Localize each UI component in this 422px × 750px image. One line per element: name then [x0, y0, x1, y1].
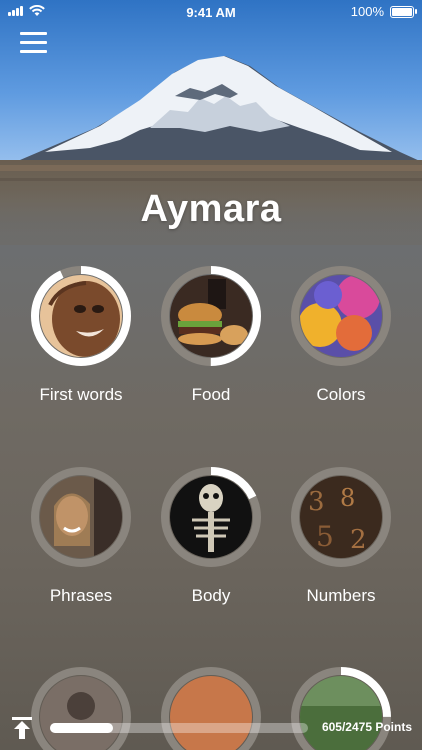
- color-powder-image: [300, 275, 382, 357]
- progress-ring: [30, 265, 132, 367]
- status-bar: 9:41 AM 100%: [0, 0, 422, 24]
- category-colors[interactable]: Colors: [276, 265, 406, 405]
- hamburger-menu-icon[interactable]: [20, 32, 48, 54]
- battery-icon: [390, 5, 417, 18]
- page-title: Aymara: [140, 188, 282, 230]
- people-talking-image: [40, 476, 122, 558]
- battery-percent: 100%: [350, 4, 384, 19]
- svg-text:2: 2: [350, 525, 367, 555]
- points-progress-fill: [50, 723, 113, 733]
- scroll-to-top-icon[interactable]: [10, 716, 34, 740]
- category-numbers[interactable]: 3 8 5 2 Numbers: [276, 466, 406, 606]
- category-body[interactable]: Body: [146, 466, 276, 606]
- category-label: Food: [191, 385, 231, 404]
- progress-ring: [290, 265, 392, 367]
- wooden-numbers-image: 3 8 5 2: [300, 476, 382, 558]
- svg-text:5: 5: [316, 520, 334, 553]
- skeleton-image: [170, 476, 252, 558]
- app-screen: 9:41 AM 100% Aymara First words Food Col…: [0, 0, 422, 750]
- category-label: Colors: [316, 385, 366, 404]
- progress-ring: [30, 466, 132, 568]
- progress-ring: [160, 466, 262, 568]
- burger-image: [170, 275, 252, 357]
- points-progress-track: [50, 723, 308, 733]
- category-first-words[interactable]: First words: [16, 265, 146, 405]
- points-text: 605/2475 Points: [321, 720, 412, 734]
- category-food[interactable]: Food: [146, 265, 276, 405]
- svg-text:3: 3: [308, 487, 325, 517]
- category-label: Phrases: [49, 586, 113, 605]
- points-progress-bar: 605/2475 Points: [0, 706, 422, 750]
- category-phrases[interactable]: Phrases: [16, 466, 146, 606]
- category-label: First words: [39, 385, 123, 404]
- svg-text:8: 8: [340, 484, 355, 512]
- progress-ring: 3 8 5 2: [290, 466, 392, 568]
- child-face-image: [40, 275, 122, 357]
- progress-ring: [160, 265, 262, 367]
- category-label: Body: [191, 586, 231, 605]
- category-label: Numbers: [306, 586, 376, 605]
